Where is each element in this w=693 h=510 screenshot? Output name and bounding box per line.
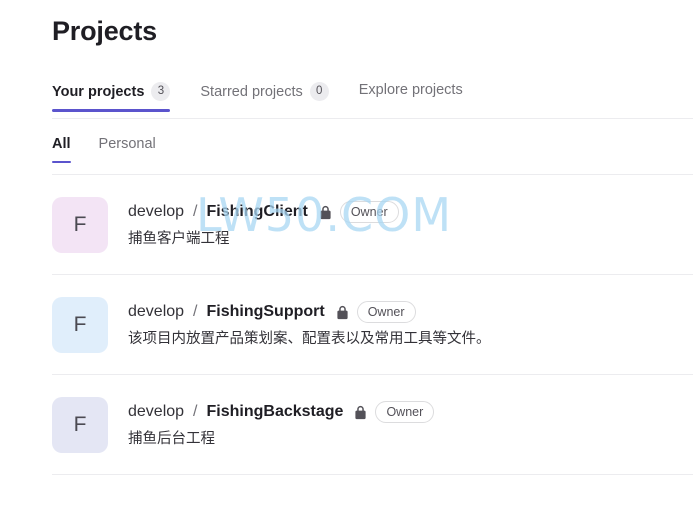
avatar: F [52,397,108,453]
project-list: F develop / FishingClient Owner 捕鱼客户端工程 [52,175,693,475]
project-description: 捕鱼客户端工程 [128,231,230,247]
path-separator: / [193,403,198,420]
tab-explore-projects-label: Explore projects [358,82,463,98]
project-description: 该项目内放置产品策划案、配置表以及常用工具等文件。 [128,331,491,347]
role-badge: Owner [339,201,399,223]
subtab-all[interactable]: All [52,136,85,163]
lock-icon [336,305,349,320]
project-list-item[interactable]: F develop / FishingClient Owner 捕鱼客户端工程 [52,175,693,275]
project-title-row: develop / FishingClient Owner [128,201,399,223]
tab-starred-projects[interactable]: Starred projects 0 [185,82,343,112]
project-namespace[interactable]: develop [128,303,184,321]
tab-your-projects-badge: 3 [151,82,171,101]
tab-your-projects-label: Your projects [52,83,145,100]
project-name[interactable]: FishingBackstage [207,403,344,421]
project-title-row: develop / FishingSupport Owner [128,301,491,323]
project-description: 捕鱼后台工程 [128,431,215,447]
path-separator: / [193,203,198,220]
tab-starred-projects-label: Starred projects [200,83,303,100]
project-namespace[interactable]: develop [128,203,184,221]
subtab-all-label: All [52,136,71,152]
primary-tab-bar: Your projects 3 Starred projects 0 Explo… [52,82,478,112]
project-name[interactable]: FishingSupport [207,303,325,321]
role-badge: Owner [356,301,416,323]
tab-your-projects[interactable]: Your projects 3 [52,82,185,112]
lock-icon [319,205,332,220]
project-list-item[interactable]: F develop / FishingSupport Owner 该项目内放置产… [52,275,693,375]
project-info: develop / FishingClient Owner 捕鱼客户端工程 [128,197,399,249]
subtab-personal-label: Personal [98,136,156,152]
page-title: Projects [52,16,157,46]
project-list-item[interactable]: F develop / FishingBackstage Owner 捕鱼后台工… [52,375,693,475]
projects-page: Projects Your projects 3 Starred project… [0,0,693,510]
avatar: F [52,297,108,353]
project-name[interactable]: FishingClient [207,203,308,221]
lock-icon [354,405,367,420]
secondary-tab-bar: All Personal [52,136,170,163]
project-namespace[interactable]: develop [128,403,184,421]
project-info: develop / FishingBackstage Owner 捕鱼后台工程 [128,397,435,449]
primary-tab-divider [52,118,693,119]
tab-starred-projects-badge: 0 [309,82,329,101]
role-badge: Owner [375,401,435,423]
subtab-personal[interactable]: Personal [85,136,170,163]
project-title-row: develop / FishingBackstage Owner [128,401,435,423]
tab-explore-projects[interactable]: Explore projects [344,82,478,109]
avatar: F [52,197,108,253]
project-info: develop / FishingSupport Owner 该项目内放置产品策… [128,297,491,349]
path-separator: / [193,303,198,320]
